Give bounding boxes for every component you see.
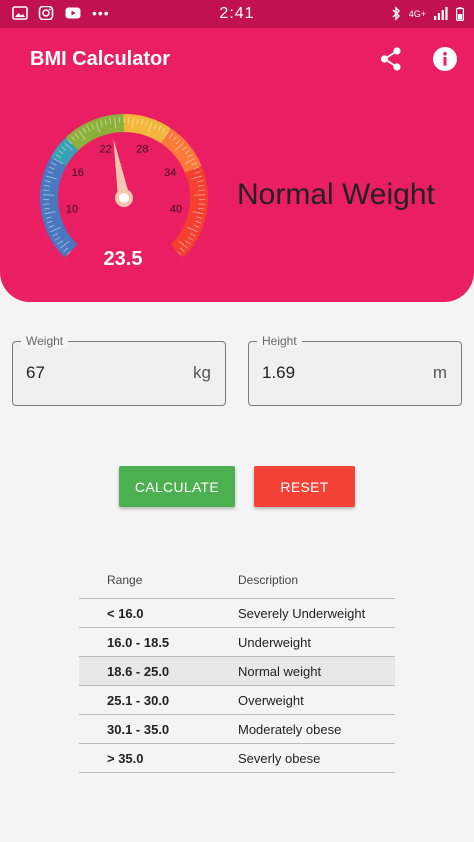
range-cell: 30.1 - 35.0	[107, 721, 170, 737]
table-row-highlighted: 18.6 - 25.0 Normal weight	[79, 657, 395, 686]
description-cell: Severely Underweight	[238, 605, 366, 621]
app-title: BMI Calculator	[30, 48, 171, 70]
gauge-tick-label: 16	[72, 167, 84, 179]
signal-icon	[434, 7, 448, 20]
battery-icon	[456, 6, 464, 21]
gauge-range-band	[50, 137, 79, 167]
range-cell: < 16.0	[107, 605, 144, 621]
bmi-value: 23.5	[103, 248, 143, 270]
description-cell: Moderately obese	[238, 721, 342, 737]
status-right-icons: 4G+	[392, 6, 464, 21]
network-4g-icon: 4G+	[408, 8, 426, 19]
table-row: < 16.0 Severely Underweight	[79, 599, 395, 628]
weight-label: Weight	[21, 334, 69, 348]
gauge-tick-label: 34	[164, 167, 176, 179]
weight-value[interactable]: 67	[26, 363, 45, 383]
table-row: 30.1 - 35.0 Moderately obese	[79, 715, 395, 744]
description-header: Description	[238, 573, 299, 587]
weight-unit: kg	[193, 363, 211, 382]
height-value[interactable]: 1.69	[262, 363, 295, 383]
bluetooth-icon	[392, 6, 400, 21]
table-header: Range Description	[79, 562, 395, 599]
table-row: 16.0 - 18.5 Underweight	[79, 628, 395, 657]
range-cell: 25.1 - 30.0	[107, 692, 170, 708]
table-row: > 35.0 Severly obese	[79, 744, 395, 773]
gauge-tick-label: 40	[170, 203, 182, 215]
description-cell: Normal weight	[238, 663, 322, 679]
gauge-tick-label: 28	[136, 143, 148, 155]
result-header: BMI Calculator 10 16 22 28 34 40 23.5 Normal …	[0, 28, 474, 302]
height-field[interactable]: Height 1.69 m	[248, 334, 462, 406]
status-bar: ••• 2:41 4G+	[0, 0, 474, 28]
bmi-category: Normal Weight	[237, 178, 435, 211]
reset-button[interactable]: RESET	[254, 466, 355, 507]
height-label: Height	[257, 334, 302, 348]
range-cell: 16.0 - 18.5	[107, 634, 170, 650]
range-cell: 18.6 - 25.0	[107, 663, 170, 679]
gauge-needle-center	[119, 193, 129, 203]
gauge-tick-label: 22	[100, 143, 112, 155]
height-unit: m	[432, 363, 447, 382]
share-icon[interactable]	[378, 46, 404, 72]
range-header: Range	[107, 573, 143, 587]
info-icon[interactable]	[433, 47, 457, 71]
description-cell: Severly obese	[238, 750, 321, 766]
calculate-button[interactable]: CALCULATE	[119, 466, 235, 507]
weight-field[interactable]: Weight 67 kg	[12, 334, 226, 406]
range-cell: > 35.0	[107, 750, 144, 766]
gauge-tick-label: 10	[66, 203, 78, 215]
description-cell: Underweight	[238, 634, 311, 650]
description-cell: Overweight	[238, 692, 304, 708]
table-row: 25.1 - 30.0 Overweight	[79, 686, 395, 715]
bmi-range-table: Range Description < 16.0 Severely Underw…	[79, 562, 395, 773]
gauge-range-band	[65, 114, 125, 151]
